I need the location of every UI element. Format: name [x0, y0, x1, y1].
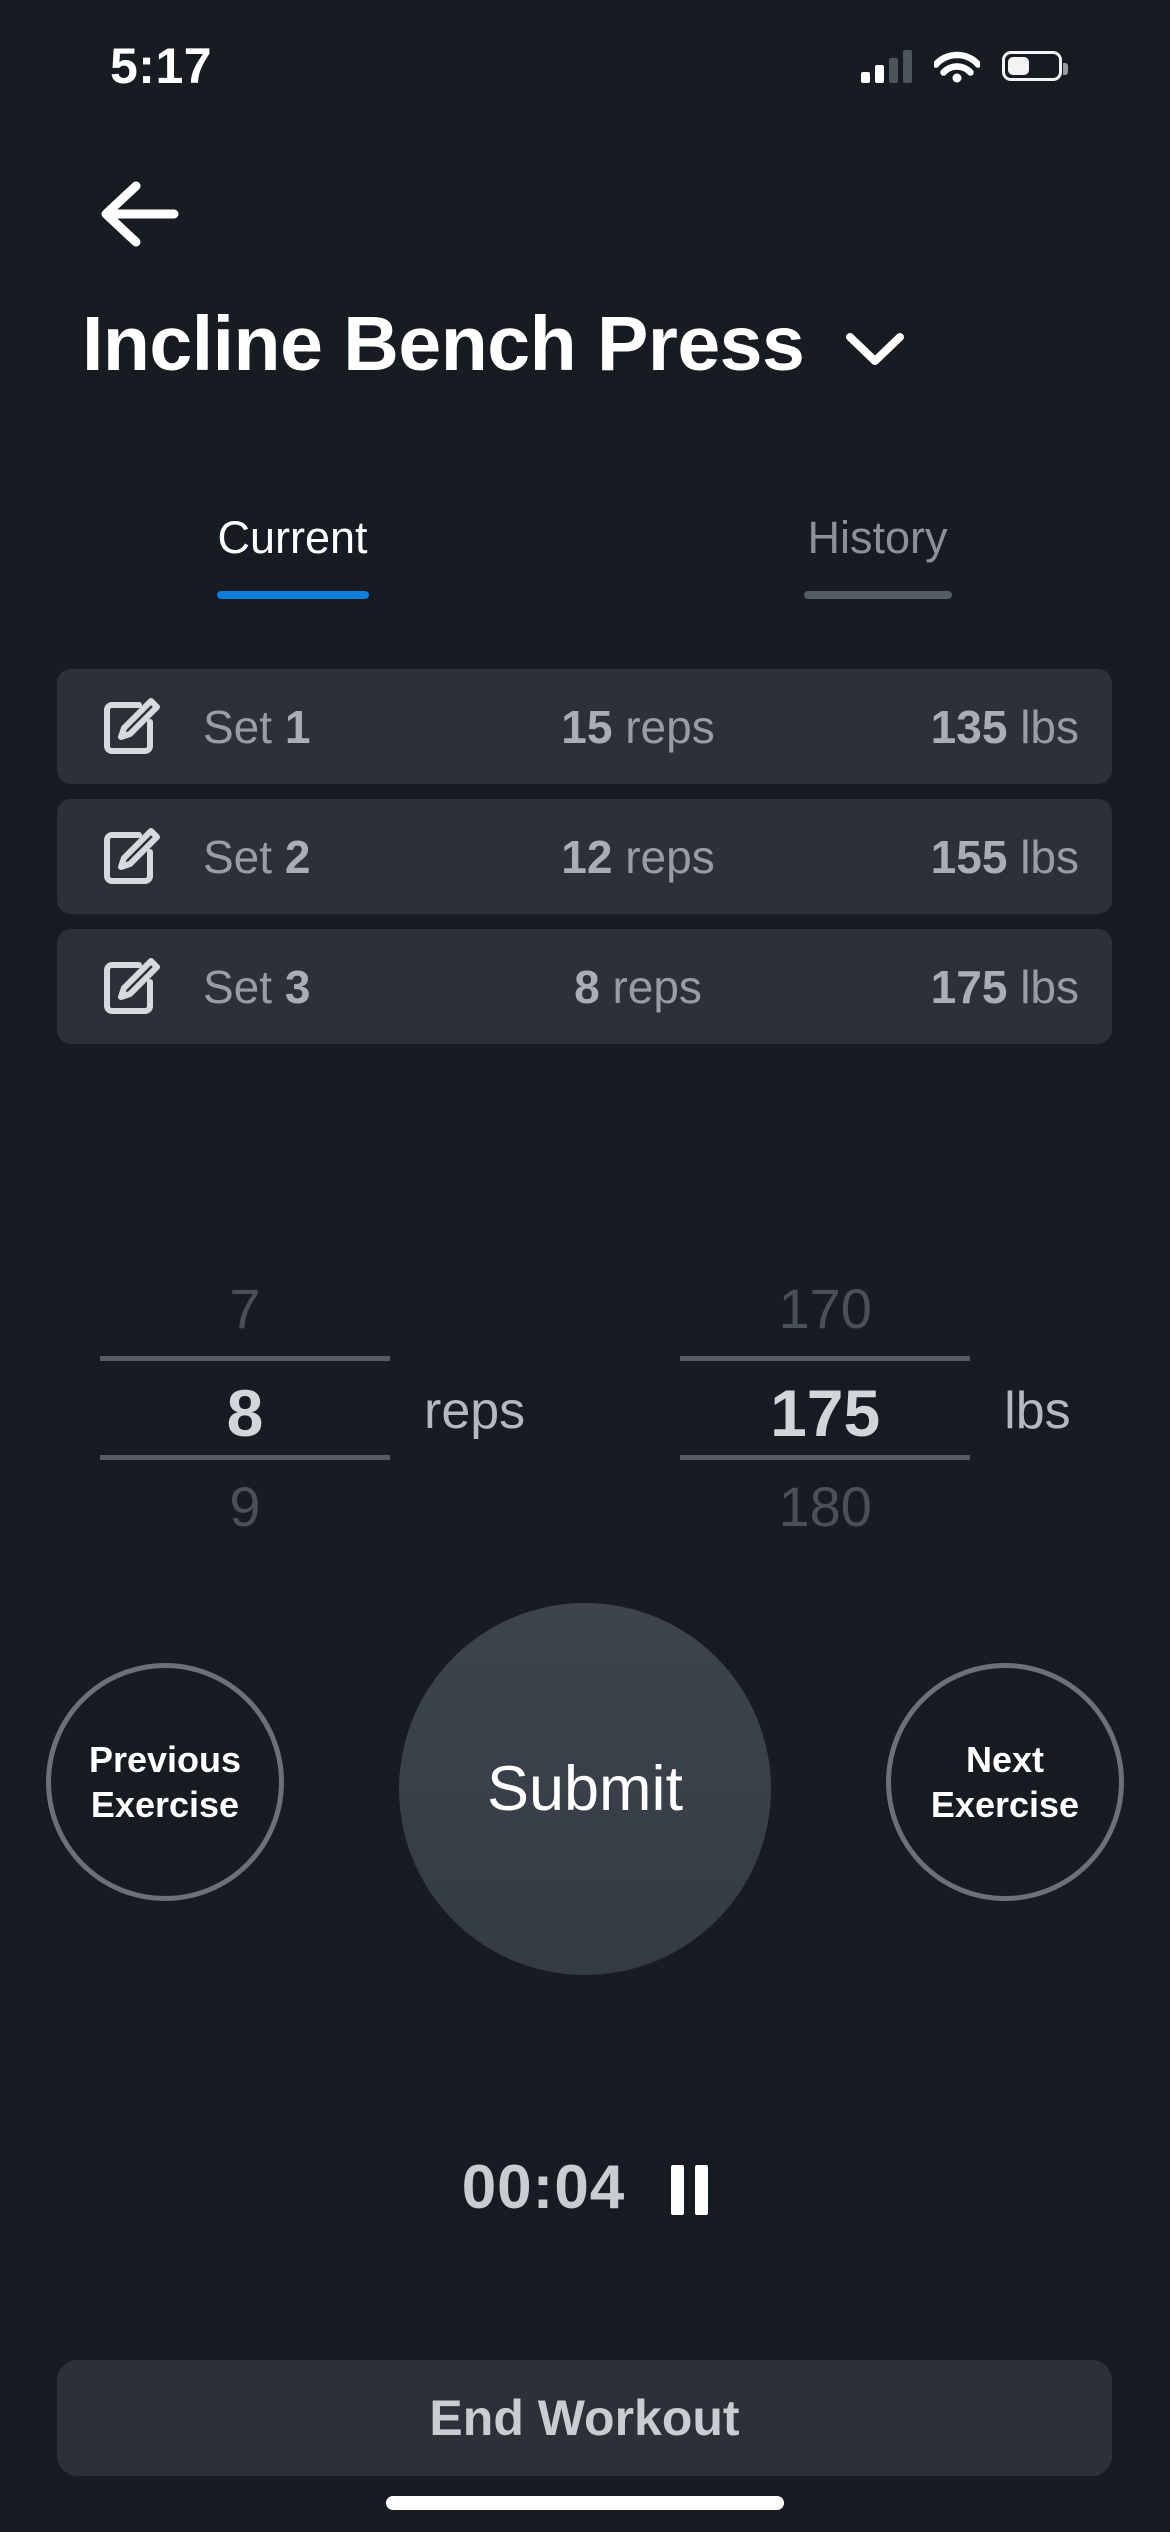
set-label: Set 3: [203, 960, 503, 1014]
status-bar: 5:17: [0, 0, 1170, 132]
tab-history-indicator: [803, 591, 952, 599]
reps-picker[interactable]: 7 8 9: [100, 1262, 390, 1554]
status-time: 5:17: [110, 38, 213, 94]
set-reps-unit: reps: [612, 960, 702, 1013]
next-exercise-label-line2: Exercise: [930, 1784, 1080, 1825]
tab-current-label: Current: [217, 512, 368, 563]
table-row[interactable]: Set 1 15 reps 135 lbs: [57, 669, 1112, 784]
set-weight-value: 135: [930, 700, 1008, 753]
next-exercise-label-line1: Next: [965, 1739, 1044, 1780]
set-word: Set: [203, 830, 273, 883]
timer-value: 00:04: [461, 2153, 626, 2222]
cellular-signal-icon: [861, 49, 912, 83]
reps-picker-previous[interactable]: 7: [229, 1262, 260, 1356]
set-weight-unit: lbs: [1020, 960, 1079, 1013]
previous-exercise-label-line2: Exercise: [90, 1784, 240, 1825]
set-word: Set: [203, 700, 273, 753]
set-label: Set 1: [203, 700, 503, 754]
rest-timer: 00:04: [0, 2152, 1170, 2223]
tab-history-label: History: [807, 512, 948, 563]
set-weight: 135 lbs: [779, 700, 1079, 754]
set-weight-unit: lbs: [1020, 700, 1079, 753]
submit-button-label: Submit: [486, 1754, 684, 1824]
set-number: 2: [284, 830, 311, 883]
edit-icon[interactable]: [99, 826, 161, 888]
edit-icon[interactable]: [99, 696, 161, 758]
reps-picker-next[interactable]: 9: [229, 1460, 260, 1554]
edit-icon[interactable]: [99, 956, 161, 1018]
set-reps: 12 reps: [503, 830, 773, 884]
end-workout-label: End Workout: [429, 2390, 740, 2446]
weight-picker-next[interactable]: 180: [778, 1460, 871, 1554]
table-row[interactable]: Set 3 8 reps 175 lbs: [57, 929, 1112, 1044]
end-workout-button[interactable]: End Workout: [57, 2360, 1112, 2476]
pause-icon[interactable]: [671, 2164, 709, 2215]
reps-picker-selected[interactable]: 8: [100, 1356, 390, 1460]
reps-unit-label: reps: [424, 1382, 526, 1440]
set-number: 3: [284, 960, 311, 1013]
set-reps-unit: reps: [625, 700, 715, 753]
set-reps-value: 12: [561, 830, 613, 883]
weight-picker[interactable]: 170 175 180: [680, 1262, 971, 1554]
back-arrow-icon: [101, 181, 179, 247]
previous-exercise-label-line1: Previous: [88, 1739, 242, 1780]
back-button[interactable]: [90, 172, 210, 268]
home-indicator: [386, 2496, 784, 2510]
value-pickers: 7 8 9 reps 170 175 180 lbs: [0, 1262, 1170, 1554]
set-reps: 8 reps: [503, 960, 773, 1014]
set-weight: 155 lbs: [779, 830, 1079, 884]
set-list: Set 1 15 reps 135 lbs Set 2 12 reps 155 …: [57, 669, 1112, 1044]
set-weight-unit: lbs: [1020, 830, 1079, 883]
weight-unit-label: lbs: [1004, 1382, 1071, 1440]
set-weight-value: 155: [930, 830, 1008, 883]
status-icons: [861, 49, 1068, 83]
set-number: 1: [284, 700, 311, 753]
set-reps: 15 reps: [503, 700, 773, 754]
weight-picker-selected[interactable]: 175: [680, 1356, 971, 1460]
exercise-title-row[interactable]: Incline Bench Press: [0, 300, 1170, 389]
action-buttons: Previous Exercise Submit Next Exercise: [0, 1603, 1170, 2023]
next-exercise-button[interactable]: Next Exercise: [886, 1663, 1124, 1901]
set-reps-unit: reps: [625, 830, 715, 883]
set-reps-value: 15: [561, 700, 613, 753]
tab-bar: Current History: [0, 512, 1170, 599]
tab-history[interactable]: History: [585, 512, 1170, 599]
tab-current[interactable]: Current: [0, 512, 585, 599]
submit-button[interactable]: Submit: [399, 1603, 771, 1975]
page-title: Incline Bench Press: [82, 301, 805, 387]
battery-icon: [1002, 51, 1068, 81]
table-row[interactable]: Set 2 12 reps 155 lbs: [57, 799, 1112, 914]
wifi-icon: [932, 49, 982, 83]
weight-picker-previous[interactable]: 170: [778, 1262, 871, 1356]
tab-current-indicator: [216, 591, 369, 599]
previous-exercise-button[interactable]: Previous Exercise: [46, 1663, 284, 1901]
chevron-down-icon[interactable]: [844, 329, 906, 374]
set-label: Set 2: [203, 830, 503, 884]
set-reps-value: 8: [574, 960, 600, 1013]
set-weight: 175 lbs: [779, 960, 1079, 1014]
set-weight-value: 175: [930, 960, 1008, 1013]
set-word: Set: [203, 960, 273, 1013]
app-screen: 5:17 Incline Bench Press Current History…: [0, 0, 1170, 2532]
